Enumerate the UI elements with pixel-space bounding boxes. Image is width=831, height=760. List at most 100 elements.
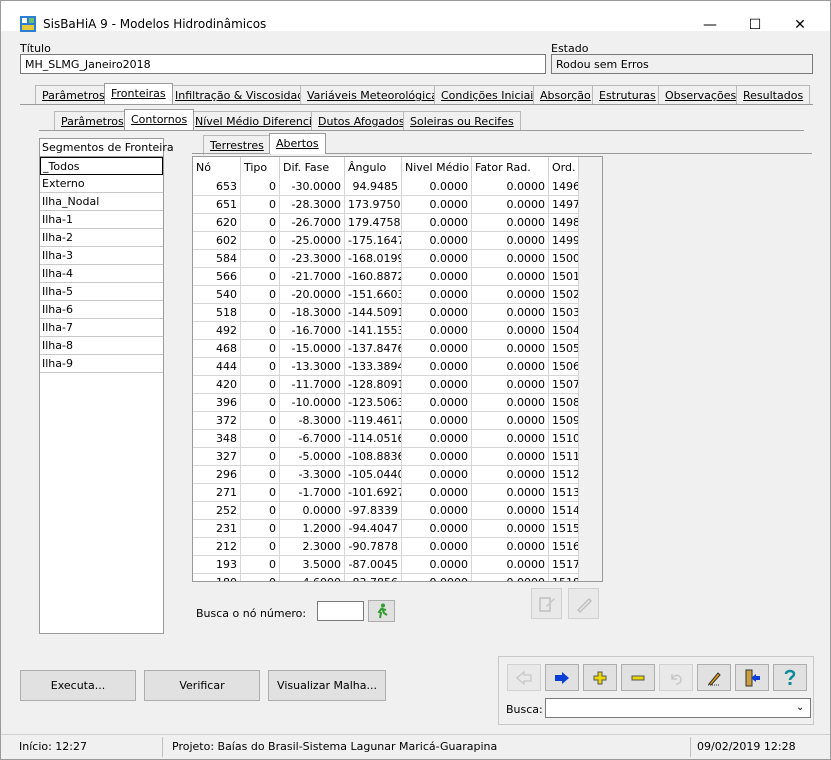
table-cell[interactable]: 1517 bbox=[549, 556, 579, 574]
table-cell[interactable]: -101.6927 bbox=[345, 484, 402, 502]
table-cell[interactable]: -26.7000 bbox=[280, 214, 345, 232]
node-search-go-button[interactable] bbox=[368, 600, 395, 622]
table-cell[interactable]: 0 bbox=[241, 538, 280, 556]
table-cell[interactable]: -6.7000 bbox=[280, 430, 345, 448]
table-cell[interactable]: 396 bbox=[193, 394, 241, 412]
table-row[interactable]: 540 0 -20.0000 -151.6603 0.0000 0.0000 1502 bbox=[193, 286, 579, 304]
table-row[interactable]: 468 0 -15.0000 -137.8476 0.0000 0.0000 1505 bbox=[193, 340, 579, 358]
table-cell[interactable]: 94.9485 bbox=[345, 178, 402, 196]
segment-item[interactable]: Ilha_Nodal bbox=[40, 193, 163, 211]
table-cell[interactable]: 4.6000 bbox=[280, 574, 345, 581]
segment-item[interactable]: Ilha-6 bbox=[40, 301, 163, 319]
table-cell[interactable]: 0 bbox=[241, 412, 280, 430]
table-cell[interactable]: 0.0000 bbox=[472, 322, 549, 340]
table-cell[interactable]: -123.5063 bbox=[345, 394, 402, 412]
table-cell[interactable]: 0 bbox=[241, 556, 280, 574]
table-cell[interactable]: -13.3000 bbox=[280, 358, 345, 376]
table-cell[interactable]: 0.0000 bbox=[472, 520, 549, 538]
table-cell[interactable]: -97.8339 bbox=[345, 502, 402, 520]
table-cell[interactable]: 1518 bbox=[549, 574, 579, 581]
table-cell[interactable]: 231 bbox=[193, 520, 241, 538]
subtab-nivel-medio-diferencial[interactable]: Nível Médio Diferencial bbox=[188, 111, 329, 131]
table-cell[interactable]: -119.4617 bbox=[345, 412, 402, 430]
table-row[interactable]: 620 0 -26.7000 179.4758 0.0000 0.0000 1498 bbox=[193, 214, 579, 232]
table-cell[interactable]: 0.0000 bbox=[402, 484, 472, 502]
tab-terrestres[interactable]: Terrestres bbox=[203, 135, 271, 155]
table-cell[interactable]: 0.0000 bbox=[402, 574, 472, 581]
table-cell[interactable]: 0.0000 bbox=[402, 376, 472, 394]
table-row[interactable]: 296 0 -3.3000 -105.0440 0.0000 0.0000 1512 bbox=[193, 466, 579, 484]
table-cell[interactable]: -105.0440 bbox=[345, 466, 402, 484]
paste-button[interactable] bbox=[531, 588, 562, 619]
table-cell[interactable]: 0.0000 bbox=[472, 556, 549, 574]
title-field[interactable]: MH_SLMG_Janeiro2018 bbox=[20, 54, 546, 74]
table-cell[interactable]: -175.1647 bbox=[345, 232, 402, 250]
table-cell[interactable]: 0 bbox=[241, 430, 280, 448]
table-cell[interactable]: 212 bbox=[193, 538, 241, 556]
table-cell[interactable]: 0 bbox=[241, 178, 280, 196]
table-cell[interactable]: 0.0000 bbox=[402, 250, 472, 268]
table-cell[interactable]: 0.0000 bbox=[472, 250, 549, 268]
table-cell[interactable]: 1509 bbox=[549, 412, 579, 430]
table-cell[interactable]: -114.0516 bbox=[345, 430, 402, 448]
table-cell[interactable]: 584 bbox=[193, 250, 241, 268]
table-cell[interactable]: 468 bbox=[193, 340, 241, 358]
table-cell[interactable]: 372 bbox=[193, 412, 241, 430]
tab-infiltracao[interactable]: Infiltração & Viscosidade bbox=[168, 85, 318, 105]
table-cell[interactable]: 0 bbox=[241, 574, 280, 581]
segment-item[interactable]: Ilha-1 bbox=[40, 211, 163, 229]
table-cell[interactable]: 0.0000 bbox=[472, 304, 549, 322]
table-cell[interactable]: 0.0000 bbox=[402, 556, 472, 574]
table-cell[interactable]: -1.7000 bbox=[280, 484, 345, 502]
table-cell[interactable]: 0.0000 bbox=[472, 430, 549, 448]
table-cell[interactable]: 602 bbox=[193, 232, 241, 250]
table-cell[interactable]: -141.1553 bbox=[345, 322, 402, 340]
table-cell[interactable]: 0 bbox=[241, 484, 280, 502]
table-cell[interactable]: -5.0000 bbox=[280, 448, 345, 466]
table-cell[interactable]: 0.0000 bbox=[402, 178, 472, 196]
table-row[interactable]: 327 0 -5.0000 -108.8836 0.0000 0.0000 1511 bbox=[193, 448, 579, 466]
table-cell[interactable]: 1499 bbox=[549, 232, 579, 250]
table-cell[interactable]: 2.3000 bbox=[280, 538, 345, 556]
table-cell[interactable]: 0.0000 bbox=[402, 412, 472, 430]
table-row[interactable]: 252 0 0.0000 -97.8339 0.0000 0.0000 1514 bbox=[193, 502, 579, 520]
table-cell[interactable]: 0.0000 bbox=[402, 358, 472, 376]
table-cell[interactable]: 0.0000 bbox=[472, 178, 549, 196]
table-cell[interactable]: 1500 bbox=[549, 250, 579, 268]
table-row[interactable]: 193 0 3.5000 -87.0045 0.0000 0.0000 1517 bbox=[193, 556, 579, 574]
table-cell[interactable]: 0 bbox=[241, 322, 280, 340]
table-row[interactable]: 653 0 -30.0000 94.9485 0.0000 0.0000 1496 bbox=[193, 178, 579, 196]
table-cell[interactable]: 0.0000 bbox=[402, 232, 472, 250]
verify-button[interactable]: Verificar bbox=[144, 670, 260, 701]
segment-item[interactable]: Ilha-9 bbox=[40, 355, 163, 373]
minimize-button[interactable]: — bbox=[687, 13, 733, 37]
table-cell[interactable]: -128.8091 bbox=[345, 376, 402, 394]
post-button[interactable] bbox=[735, 664, 769, 691]
boundary-table[interactable]: Nó Tipo Dif. Fase Ângulo Nivel Médio Fat… bbox=[192, 156, 603, 582]
table-cell[interactable]: -23.3000 bbox=[280, 250, 345, 268]
subtab-parametros[interactable]: Parâmetros bbox=[54, 111, 131, 131]
tab-resultados[interactable]: Resultados bbox=[736, 85, 811, 105]
table-cell[interactable]: 420 bbox=[193, 376, 241, 394]
table-cell[interactable]: 1506 bbox=[549, 358, 579, 376]
segment-item[interactable]: Ilha-2 bbox=[40, 229, 163, 247]
tab-fronteiras[interactable]: Fronteiras bbox=[104, 83, 173, 104]
table-cell[interactable]: -10.0000 bbox=[280, 394, 345, 412]
table-cell[interactable]: 0 bbox=[241, 358, 280, 376]
segment-item[interactable]: Externo bbox=[40, 175, 163, 193]
table-cell[interactable]: 0 bbox=[241, 376, 280, 394]
table-row[interactable]: 444 0 -13.3000 -133.3894 0.0000 0.0000 1506 bbox=[193, 358, 579, 376]
column-header-nivel-medio[interactable]: Nivel Médio bbox=[402, 157, 472, 178]
table-cell[interactable]: 180 bbox=[193, 574, 241, 581]
table-cell[interactable]: -28.3000 bbox=[280, 196, 345, 214]
close-button[interactable]: ✕ bbox=[777, 13, 823, 37]
table-cell[interactable]: 0 bbox=[241, 196, 280, 214]
table-cell[interactable]: 1508 bbox=[549, 394, 579, 412]
table-cell[interactable]: 0.0000 bbox=[280, 502, 345, 520]
tab-estruturas[interactable]: Estruturas bbox=[592, 85, 663, 105]
table-cell[interactable]: 1510 bbox=[549, 430, 579, 448]
table-cell[interactable]: 0 bbox=[241, 304, 280, 322]
table-cell[interactable]: 0 bbox=[241, 466, 280, 484]
table-row[interactable]: 584 0 -23.3000 -168.0199 0.0000 0.0000 1500 bbox=[193, 250, 579, 268]
table-cell[interactable]: 0.0000 bbox=[402, 538, 472, 556]
